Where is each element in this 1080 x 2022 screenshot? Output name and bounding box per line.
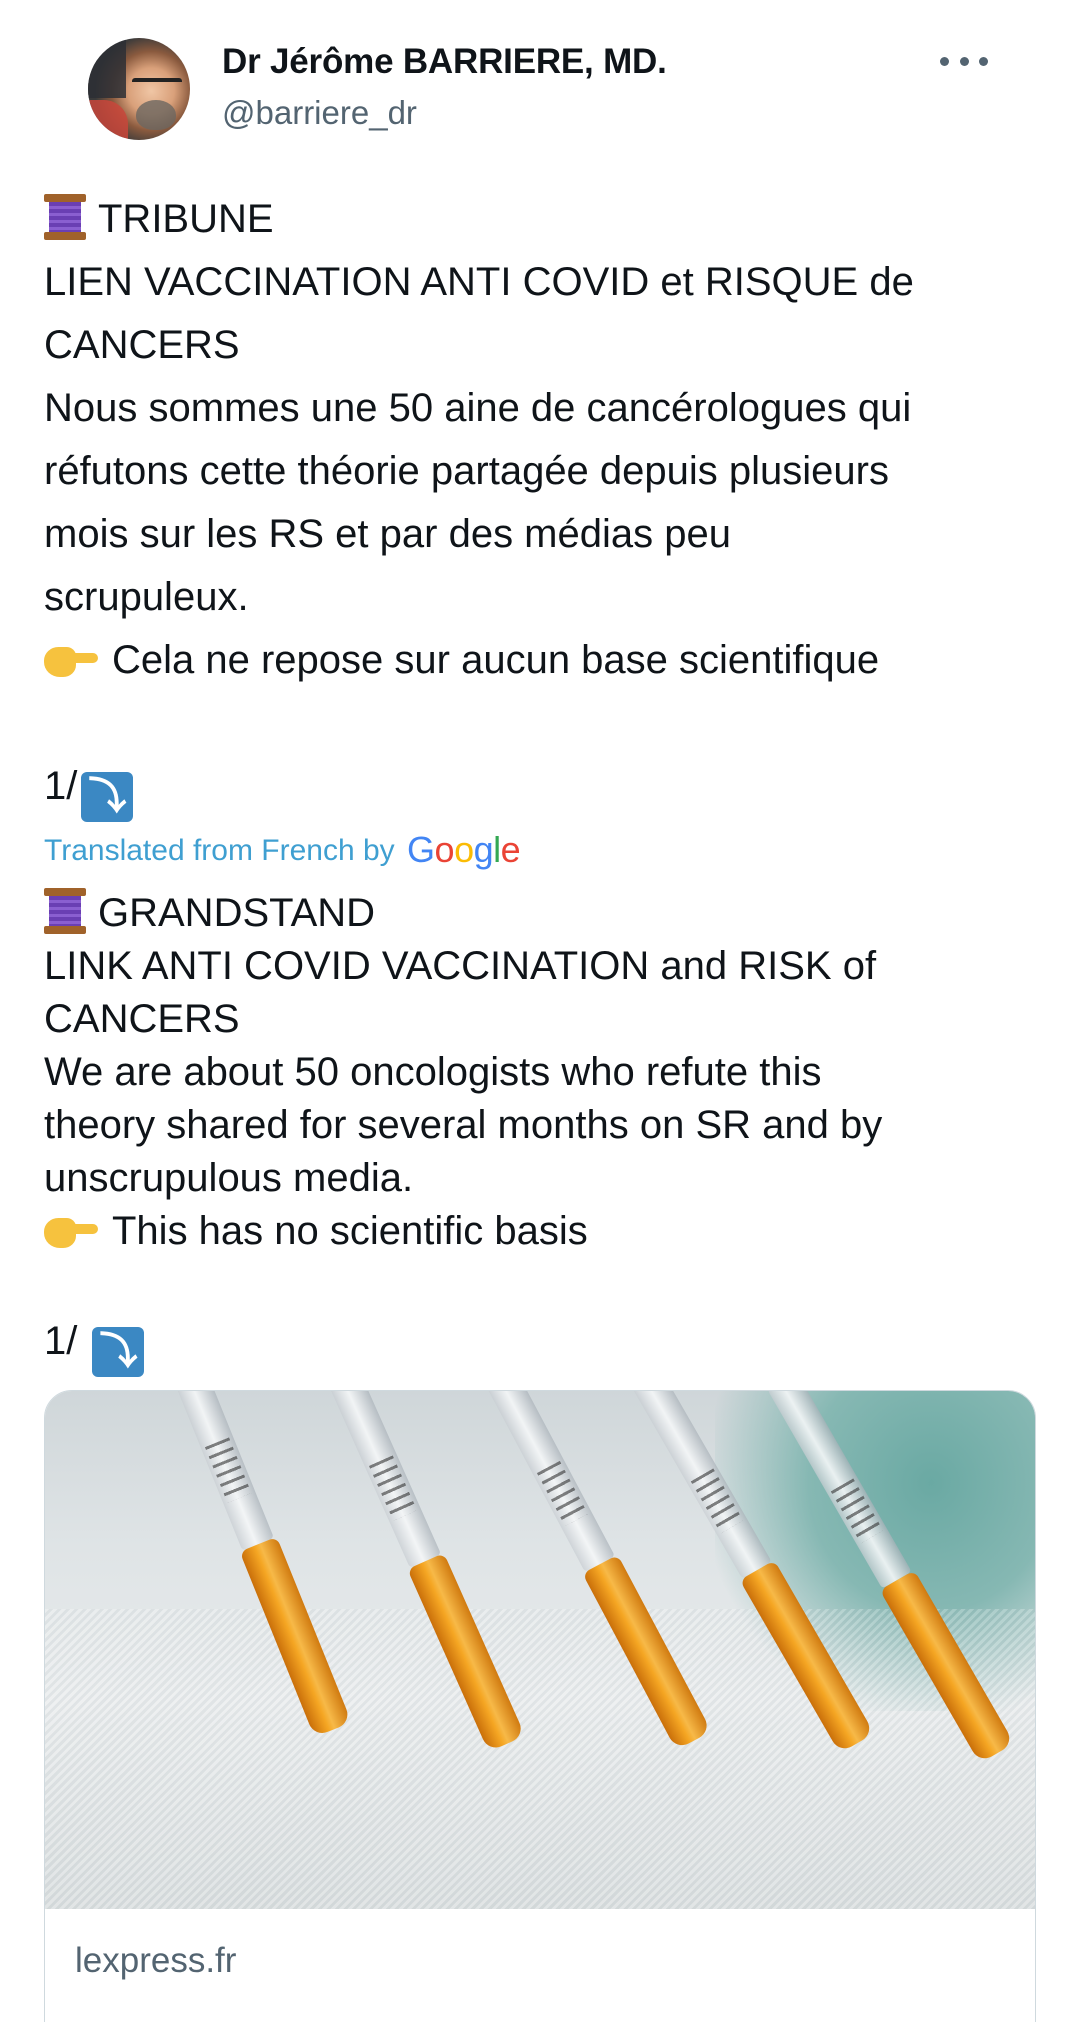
text-segment: TRIBUNE: [98, 197, 274, 241]
text-line: We are about 50 oncologists who refute t…: [44, 1050, 822, 1094]
image-cloth: [45, 1609, 1035, 1909]
avatar-beard: [136, 100, 176, 130]
text-line: Nous sommes une 50 aine de cancérologues…: [44, 386, 912, 430]
avatar-background: [88, 38, 126, 98]
tweet-original-text: TRIBUNE LIEN VACCINATION ANTI COVID et R…: [44, 188, 1034, 822]
more-icon[interactable]: [940, 46, 988, 76]
tweet[interactable]: Dr Jérôme BARRIERE, MD. @barriere_dr TRI…: [0, 0, 1080, 2022]
thread-marker-text: 1/: [44, 1319, 78, 1363]
thread-marker-text: 1/: [44, 764, 78, 808]
text-line: CANCERS: [44, 997, 240, 1041]
link-card-image[interactable]: [45, 1391, 1035, 1909]
text-line: TRIBUNE: [44, 188, 1034, 251]
avatar-background-accent: [88, 100, 128, 140]
avatar[interactable]: [88, 38, 190, 140]
text-line: unscrupulous media.: [44, 1156, 414, 1200]
link-card[interactable]: lexpress.fr: [44, 1390, 1036, 2022]
translation-attribution[interactable]: Translated from French by Google: [44, 829, 521, 871]
text-line: LIEN VACCINATION ANTI COVID et RISQUE de: [44, 260, 914, 304]
thread-marker: 1/⤵: [44, 755, 1034, 822]
text-line: CANCERS: [44, 323, 240, 367]
tweet-header: Dr Jérôme BARRIERE, MD. @barriere_dr: [44, 0, 1036, 165]
spool-of-thread-emoji: [44, 194, 86, 240]
link-card-domain[interactable]: lexpress.fr: [45, 1909, 1035, 2022]
text-line: scrupuleux.: [44, 575, 249, 619]
right-arrow-curving-down-emoji: ⤵: [81, 772, 134, 822]
text-line: LINK ANTI COVID VACCINATION and RISK of: [44, 944, 877, 988]
right-arrow-curving-down-emoji: ⤵: [92, 1327, 145, 1377]
backhand-index-pointing-right-emoji: [44, 1214, 98, 1248]
author-info[interactable]: Dr Jérôme BARRIERE, MD. @barriere_dr: [222, 40, 667, 134]
text-line: This has no scientific basis: [44, 1205, 1044, 1258]
spool-of-thread-emoji: [44, 888, 86, 934]
backhand-index-pointing-right-emoji: [44, 643, 98, 677]
text-line: GRANDSTAND: [44, 887, 1044, 940]
author-handle[interactable]: @barriere_dr: [222, 92, 667, 134]
text-line: mois sur les RS et par des médias peu: [44, 512, 731, 556]
more-dot: [979, 56, 988, 66]
text-segment: Cela ne repose sur aucun base scientifiq…: [112, 638, 880, 682]
more-dot: [940, 56, 949, 66]
text-line: Cela ne repose sur aucun base scientifiq…: [44, 629, 1034, 692]
text-line: theory shared for several months on SR a…: [44, 1103, 883, 1147]
translation-label: Translated from French by: [44, 834, 395, 867]
thread-marker: 1/ ⤵: [44, 1315, 1044, 1377]
avatar-glasses: [132, 78, 182, 88]
more-dot: [959, 56, 969, 66]
tweet-translated-text: GRANDSTAND LINK ANTI COVID VACCINATION a…: [44, 887, 1044, 1377]
google-logo-icon: Google: [407, 829, 521, 870]
text-segment: This has no scientific basis: [112, 1209, 588, 1253]
author-display-name[interactable]: Dr Jérôme BARRIERE, MD.: [222, 40, 667, 84]
text-segment: GRANDSTAND: [98, 891, 376, 935]
text-line: réfutons cette théorie partagée depuis p…: [44, 449, 889, 493]
